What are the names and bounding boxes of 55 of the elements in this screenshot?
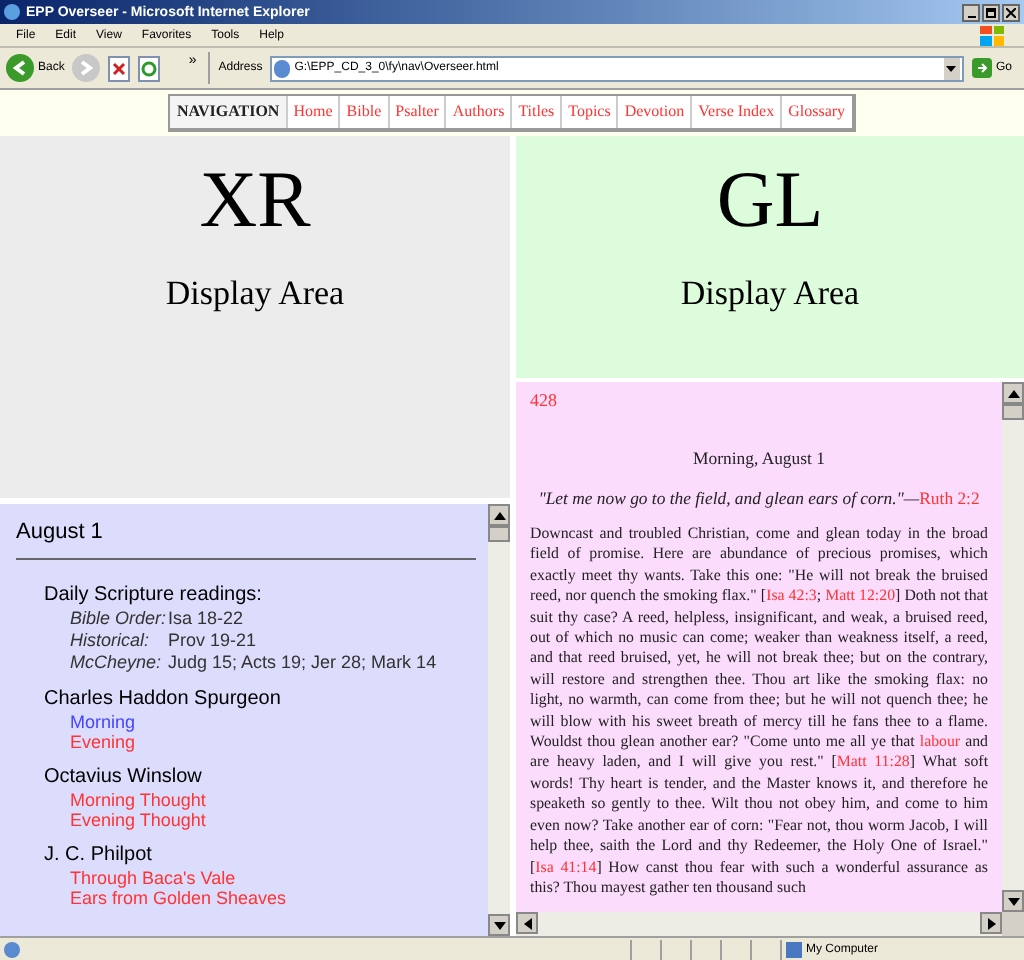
pane-subtitle: Display Area	[680, 272, 860, 316]
dropdown-icon[interactable]	[943, 57, 960, 79]
author-reading-link[interactable]: Morning	[44, 712, 476, 732]
author-reading-link[interactable]: Morning Thought	[44, 790, 476, 810]
navigation-label: NAVIGATION	[170, 96, 286, 128]
pane-title: GL	[716, 152, 824, 248]
scroll-thumb[interactable]	[488, 526, 510, 542]
navigation-link[interactable]: Authors	[444, 96, 511, 128]
scripture-link[interactable]: Ruth 2:2	[919, 488, 980, 508]
navigation-link[interactable]: Psalter	[387, 96, 445, 128]
author-name: J. C. Philpot	[44, 844, 154, 868]
reading-label: McCheyne:	[70, 652, 164, 674]
navigation-link[interactable]: Home	[285, 96, 339, 128]
navigation-link[interactable]: Devotion	[616, 96, 691, 128]
navigation-link[interactable]: Verse Index	[690, 96, 781, 128]
stop-icon[interactable]	[108, 55, 131, 81]
author-reading-link[interactable]: Ears from Golden Sheaves	[44, 888, 476, 908]
pane-title: XR	[199, 152, 311, 248]
reading-value: Judg 15; Acts 19; Jer 28; Mark 14	[168, 652, 437, 674]
navigation-link[interactable]: Topics	[560, 96, 617, 128]
scroll-down-icon[interactable]	[488, 914, 510, 936]
close-icon[interactable]	[1002, 3, 1020, 21]
windows-logo-icon	[980, 25, 1004, 45]
reading-label: Historical:	[70, 630, 152, 652]
author-name: Charles Haddon Spurgeon	[44, 688, 283, 712]
author-reading-link[interactable]: Through Baca's Vale	[44, 868, 476, 888]
minimize-icon[interactable]	[962, 3, 980, 21]
navigation-link[interactable]: Titles	[510, 96, 561, 128]
scroll-down-icon[interactable]	[1002, 890, 1024, 912]
scroll-up-icon[interactable]	[488, 504, 510, 526]
reading-heading: Morning, August 1	[691, 446, 827, 470]
vertical-scrollbar[interactable]	[488, 504, 510, 936]
date-heading: August 1	[16, 518, 105, 546]
scroll-thumb[interactable]	[1002, 404, 1024, 420]
scroll-right-icon[interactable]	[980, 912, 1002, 934]
maximize-icon[interactable]	[982, 3, 1000, 21]
scrollbar-corner	[1002, 912, 1024, 936]
author-reading-link[interactable]: Evening	[44, 732, 476, 752]
scroll-up-icon[interactable]	[1002, 382, 1024, 404]
refresh-icon[interactable]	[138, 55, 161, 81]
page-number: 428	[530, 388, 559, 412]
author-name: Octavius Winslow	[44, 766, 204, 790]
epigraph: "Let me now go to the field, and glean ears of corn."—Ruth 2:2	[536, 486, 982, 510]
author-reading-link[interactable]: Evening Thought	[44, 810, 476, 830]
vertical-scrollbar[interactable]	[1002, 382, 1024, 912]
reading-value: Prov 19-21	[168, 630, 257, 652]
readings-heading: Daily Scripture readings:	[44, 584, 264, 608]
pane-subtitle: Display Area	[165, 272, 345, 316]
reading-label: Bible Order:	[70, 608, 168, 630]
go-arrow-icon	[971, 58, 992, 78]
horizontal-scrollbar[interactable]	[516, 912, 1002, 936]
reading-value: Isa 18-22	[168, 608, 244, 630]
scroll-left-icon[interactable]	[516, 912, 538, 934]
navigation-link[interactable]: Glossary	[780, 96, 852, 128]
navigation-link[interactable]: Bible	[338, 96, 388, 128]
